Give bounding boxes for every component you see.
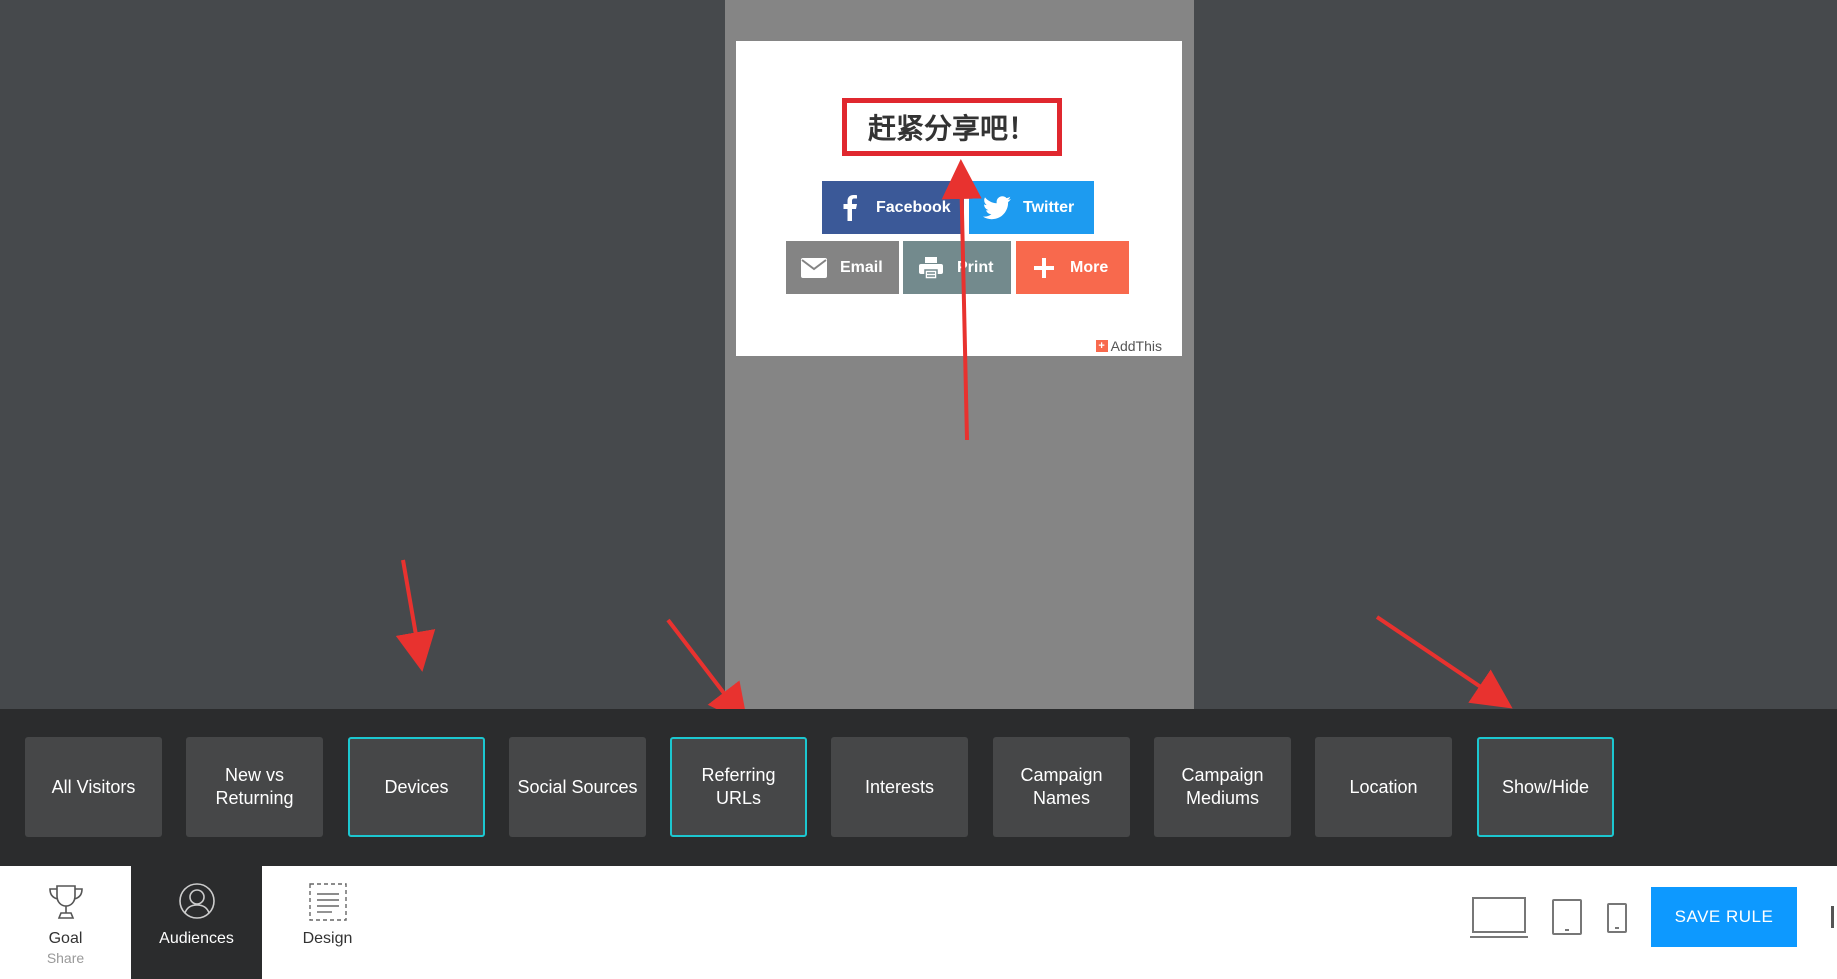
audience-tile-campaign-mediums[interactable]: Campaign Mediums <box>1154 737 1291 837</box>
addthis-label: AddThis <box>1110 338 1162 354</box>
audience-tile-referring-urls[interactable]: Referring URLs <box>670 737 807 837</box>
tool-goal[interactable]: Goal Share <box>0 866 131 979</box>
audience-tile-all-visitors[interactable]: All Visitors <box>25 737 162 837</box>
tool-design-label: Design <box>302 930 353 947</box>
preview-column: 赶紧分享吧！ Facebook Twitter Email Print More… <box>725 0 1194 709</box>
desktop-icon[interactable] <box>1470 896 1528 945</box>
bottom-toolbar: Goal Share Audiences Design SAVE RULE <box>0 866 1837 979</box>
print-label: Print <box>957 258 994 276</box>
email-label: Email <box>840 258 883 276</box>
more-share-button[interactable]: More <box>1016 241 1129 294</box>
audience-tile-devices[interactable]: Devices <box>348 737 485 837</box>
print-share-button[interactable]: Print <box>903 241 1011 294</box>
audience-selector-bar: All Visitors New vs Returning Devices So… <box>0 709 1837 866</box>
arrow-to-show-hide <box>1375 615 1513 709</box>
printer-icon <box>917 254 945 282</box>
audience-tile-show-hide[interactable]: Show/Hide <box>1477 737 1614 837</box>
preview-stage: 赶紧分享吧！ Facebook Twitter Email Print More… <box>0 0 1837 709</box>
more-label: More <box>1070 258 1109 276</box>
share-widget-card: 赶紧分享吧！ Facebook Twitter Email Print More… <box>736 41 1182 356</box>
audience-tile-interests[interactable]: Interests <box>831 737 968 837</box>
mobile-icon[interactable] <box>1607 903 1627 938</box>
tool-design[interactable]: Design <box>262 866 393 979</box>
audience-tile-social-sources[interactable]: Social Sources <box>509 737 646 837</box>
twitter-label: Twitter <box>1023 198 1075 216</box>
twitter-icon <box>983 194 1011 222</box>
email-share-button[interactable]: Email <box>786 241 899 294</box>
envelope-icon <box>800 254 828 282</box>
twitter-share-button[interactable]: Twitter <box>969 181 1094 234</box>
user-icon <box>175 880 219 924</box>
panel-edge-handle <box>1831 906 1834 928</box>
tool-goal-label: Goal <box>48 930 83 947</box>
audience-tile-new-vs-returning[interactable]: New vs Returning <box>186 737 323 837</box>
facebook-share-button[interactable]: Facebook <box>822 181 964 234</box>
tool-goal-sublabel: Share <box>46 950 85 966</box>
tool-audiences[interactable]: Audiences <box>131 866 262 979</box>
audience-tile-location[interactable]: Location <box>1315 737 1452 837</box>
audience-tile-campaign-names[interactable]: Campaign Names <box>993 737 1130 837</box>
arrow-to-devices <box>395 559 436 672</box>
save-rule-button[interactable]: SAVE RULE <box>1651 887 1797 947</box>
trophy-icon <box>44 880 88 924</box>
addthis-branding[interactable]: + AddThis <box>1095 338 1162 354</box>
facebook-icon <box>836 194 864 222</box>
widget-headline[interactable]: 赶紧分享吧！ <box>842 98 1062 156</box>
plus-icon <box>1030 254 1058 282</box>
layout-icon <box>306 880 350 924</box>
facebook-label: Facebook <box>876 198 951 216</box>
tablet-icon[interactable] <box>1552 899 1582 940</box>
tool-audiences-label: Audiences <box>159 930 234 947</box>
addthis-plus-icon: + <box>1095 340 1108 352</box>
